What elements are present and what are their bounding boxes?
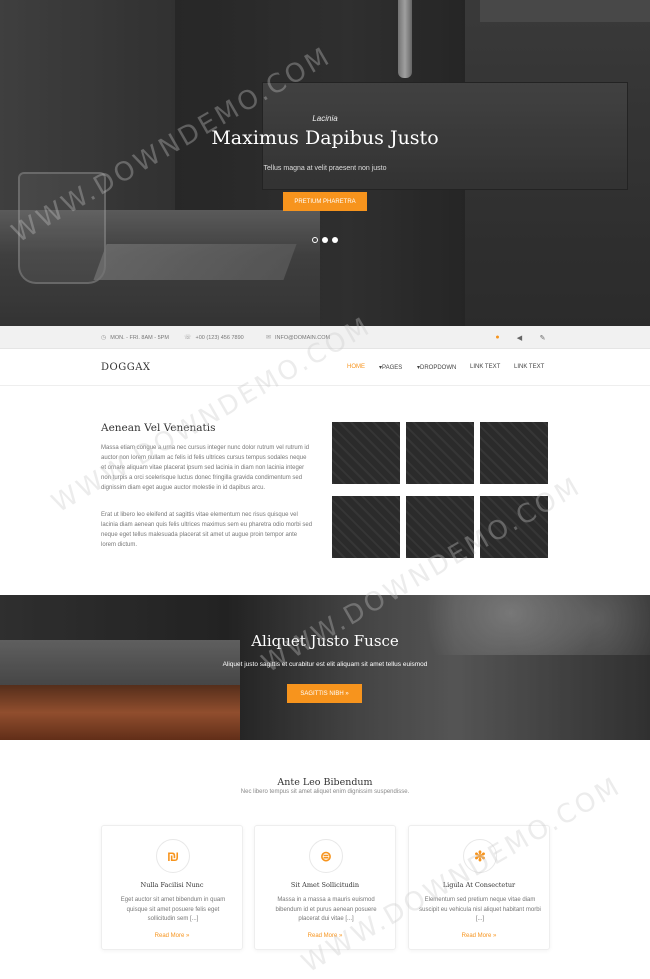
- phone-info: ☏ +00 (123) 456 7890: [184, 326, 244, 349]
- rss-icon[interactable]: ●: [492, 332, 503, 343]
- hero-title: Maximus Dapibus Justo: [211, 127, 439, 149]
- service-card-title: Nulla Facilisi Nunc: [140, 881, 204, 889]
- clock-icon: ◷: [101, 335, 107, 341]
- phone-icon: ☏: [184, 335, 192, 341]
- nav-item-link-text[interactable]: LINK TEXT: [470, 364, 500, 370]
- service-card: ₪ Nulla Facilisi Nunc Eget auctor sit am…: [101, 825, 243, 950]
- slider-dot[interactable]: [312, 237, 318, 243]
- gallery-thumbnail[interactable]: [480, 422, 548, 484]
- slider-pagination: [312, 237, 338, 243]
- read-more-link[interactable]: Read More »: [409, 933, 549, 939]
- services-title: Ante Leo Bibendum: [277, 777, 373, 788]
- about-paragraph: Erat ut libero leo eleifend at sagittis …: [101, 512, 313, 548]
- gallery-thumbnail[interactable]: [406, 422, 474, 484]
- sheqel-icon: ₪: [156, 839, 190, 873]
- hero-subtitle: Tellus magna at velit praesent non justo: [263, 165, 387, 172]
- nav-item-pages[interactable]: ▾PAGES: [379, 364, 402, 371]
- about-title: Aenean Vel Venenatis: [101, 422, 216, 434]
- edit-icon[interactable]: ✎: [537, 332, 548, 343]
- service-card-text: Eget auctor sit amet bibendum in quam qu…: [120, 897, 226, 922]
- hours-text: MON. - FRI. 8AM - 5PM: [110, 334, 169, 341]
- hours-info: ◷ MON. - FRI. 8AM - 5PM: [101, 326, 169, 349]
- slider-dot[interactable]: [332, 237, 338, 243]
- main-navbar: DOGGAX HOME ▾PAGES ▾DROPDOWN LINK TEXT L…: [0, 350, 650, 386]
- read-more-link[interactable]: Read More »: [255, 933, 395, 939]
- read-more-link[interactable]: Read More »: [102, 933, 242, 939]
- nav-item-home[interactable]: HOME: [347, 364, 365, 370]
- hero-cta-button[interactable]: PRETIUM PHARETRA: [283, 192, 367, 211]
- cta-button[interactable]: SAGITTIS NIBH »: [287, 684, 362, 703]
- email-info: ✉ INFO@DOMAIN.COM: [266, 326, 330, 349]
- yelp-icon: ✻: [463, 839, 497, 873]
- service-card-text: Elementum sed pretium neque vitae diam s…: [419, 897, 541, 922]
- gallery-thumbnail[interactable]: [480, 496, 548, 558]
- slider-dot[interactable]: [322, 237, 328, 243]
- gallery-thumbnail[interactable]: [332, 496, 400, 558]
- envelope-icon: ✉: [266, 335, 272, 341]
- top-info-bar: ◷ MON. - FRI. 8AM - 5PM ☏ +00 (123) 456 …: [0, 326, 650, 349]
- service-card-text: Massa in a massa a mauris euismod bibend…: [275, 897, 377, 922]
- gallery-thumbnail[interactable]: [406, 496, 474, 558]
- hero-slider: [0, 0, 650, 326]
- bitbucket-icon: ⊜: [309, 839, 343, 873]
- site-logo[interactable]: DOGGAX: [101, 362, 151, 373]
- gallery-thumbnail[interactable]: [332, 422, 400, 484]
- about-paragraph: Massa etiam congue a urna nec cursus int…: [101, 445, 310, 491]
- service-card: ✻ Ligula At Consectetur Elementum sed pr…: [408, 825, 550, 950]
- cta-title: Aliquet Justo Fusce: [251, 632, 399, 650]
- hero-overlay: [0, 0, 650, 326]
- phone-text: +00 (123) 456 7890: [195, 334, 244, 341]
- services-subtitle: Nec libero tempus sit amet aliquet enim …: [240, 789, 410, 795]
- service-card-title: Ligula At Consectetur: [442, 881, 516, 889]
- nav-item-dropdown[interactable]: ▾DROPDOWN: [417, 364, 456, 371]
- service-card: ⊜ Sit Amet Sollicitudin Massa in a massa…: [254, 825, 396, 950]
- nav-item-link-text[interactable]: LINK TEXT: [514, 364, 544, 370]
- sound-icon[interactable]: ◀: [514, 332, 525, 343]
- service-card-title: Sit Amet Sollicitudin: [290, 881, 360, 889]
- email-text: INFO@DOMAIN.COM: [275, 334, 331, 341]
- hero-eyebrow: Lacinia: [312, 114, 338, 123]
- cta-subtitle: Aliquet justo sagittis et curabitur est …: [222, 661, 428, 668]
